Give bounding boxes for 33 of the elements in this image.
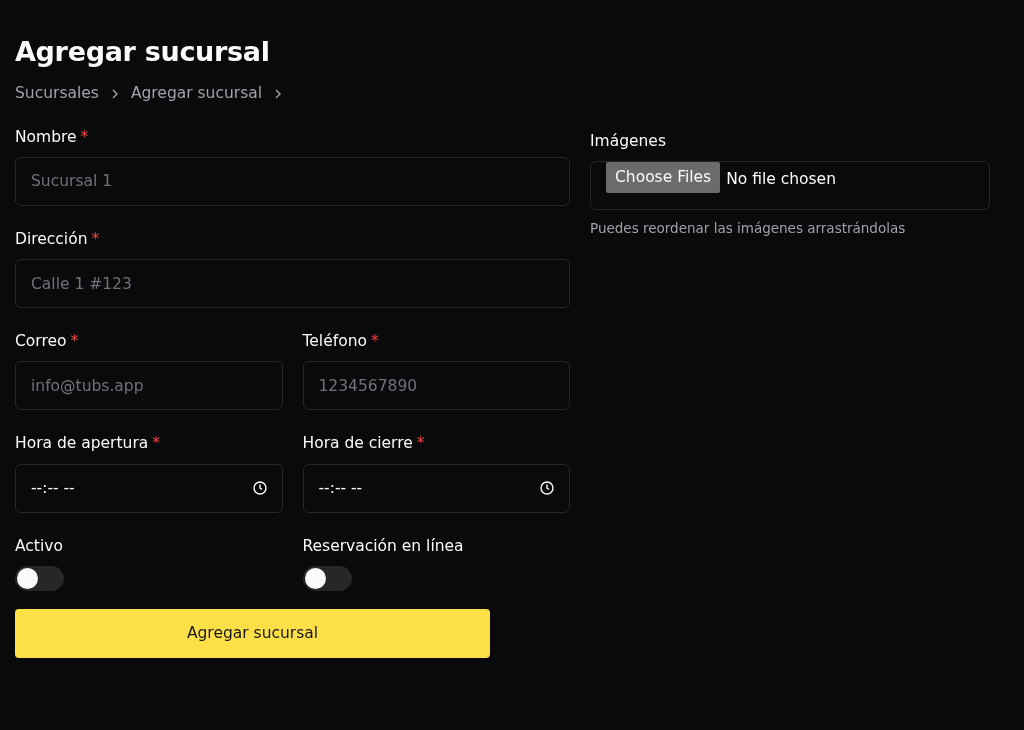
input-field[interactable]: Calle 1 #123 bbox=[15, 259, 570, 309]
field-label: Imágenes bbox=[590, 131, 667, 152]
time-field[interactable]: --:-- -- bbox=[302, 463, 570, 513]
input-field[interactable]: info@tubs.app bbox=[15, 361, 283, 411]
input-field[interactable]: 1234567890 bbox=[302, 361, 570, 411]
file-status-text: No file chosen bbox=[726, 169, 836, 191]
field-label: Correo bbox=[15, 332, 67, 351]
breadcrumb-link[interactable]: Sucursales bbox=[15, 82, 99, 106]
toggle-switch[interactable] bbox=[302, 565, 352, 591]
help-text: Puedes reordenar las imágenes arrastrándolas bbox=[590, 219, 907, 239]
clock-icon[interactable] bbox=[252, 481, 267, 496]
breadcrumb-link[interactable]: Agregar sucursal bbox=[130, 82, 263, 106]
submit-button[interactable]: Agregar sucursal bbox=[15, 608, 490, 658]
required-asterisk: * bbox=[370, 332, 379, 351]
required-asterisk: * bbox=[70, 332, 79, 351]
required-asterisk: * bbox=[416, 434, 425, 453]
toggle-switch[interactable] bbox=[15, 565, 64, 591]
file-input[interactable]: Choose Files No file chosen bbox=[590, 161, 990, 211]
field-label: Activo bbox=[15, 536, 63, 555]
clock-icon[interactable] bbox=[540, 481, 554, 496]
required-asterisk: * bbox=[91, 229, 100, 248]
field-label: Teléfono bbox=[302, 332, 367, 351]
page-title: Agregar sucursal bbox=[15, 36, 271, 69]
input-field[interactable]: Sucursal 1 bbox=[15, 156, 570, 206]
time-field[interactable]: --:-- -- bbox=[15, 463, 283, 513]
field-label: Hora de cierre bbox=[302, 434, 413, 453]
field-label: Hora de apertura bbox=[15, 434, 149, 453]
choose-files-button[interactable]: Choose Files bbox=[606, 162, 721, 194]
field-label: Dirección bbox=[15, 229, 88, 248]
required-asterisk: * bbox=[152, 434, 160, 453]
required-asterisk: * bbox=[80, 127, 89, 146]
field-label: Reservación en línea bbox=[302, 536, 464, 555]
field-label: Nombre bbox=[15, 127, 77, 146]
